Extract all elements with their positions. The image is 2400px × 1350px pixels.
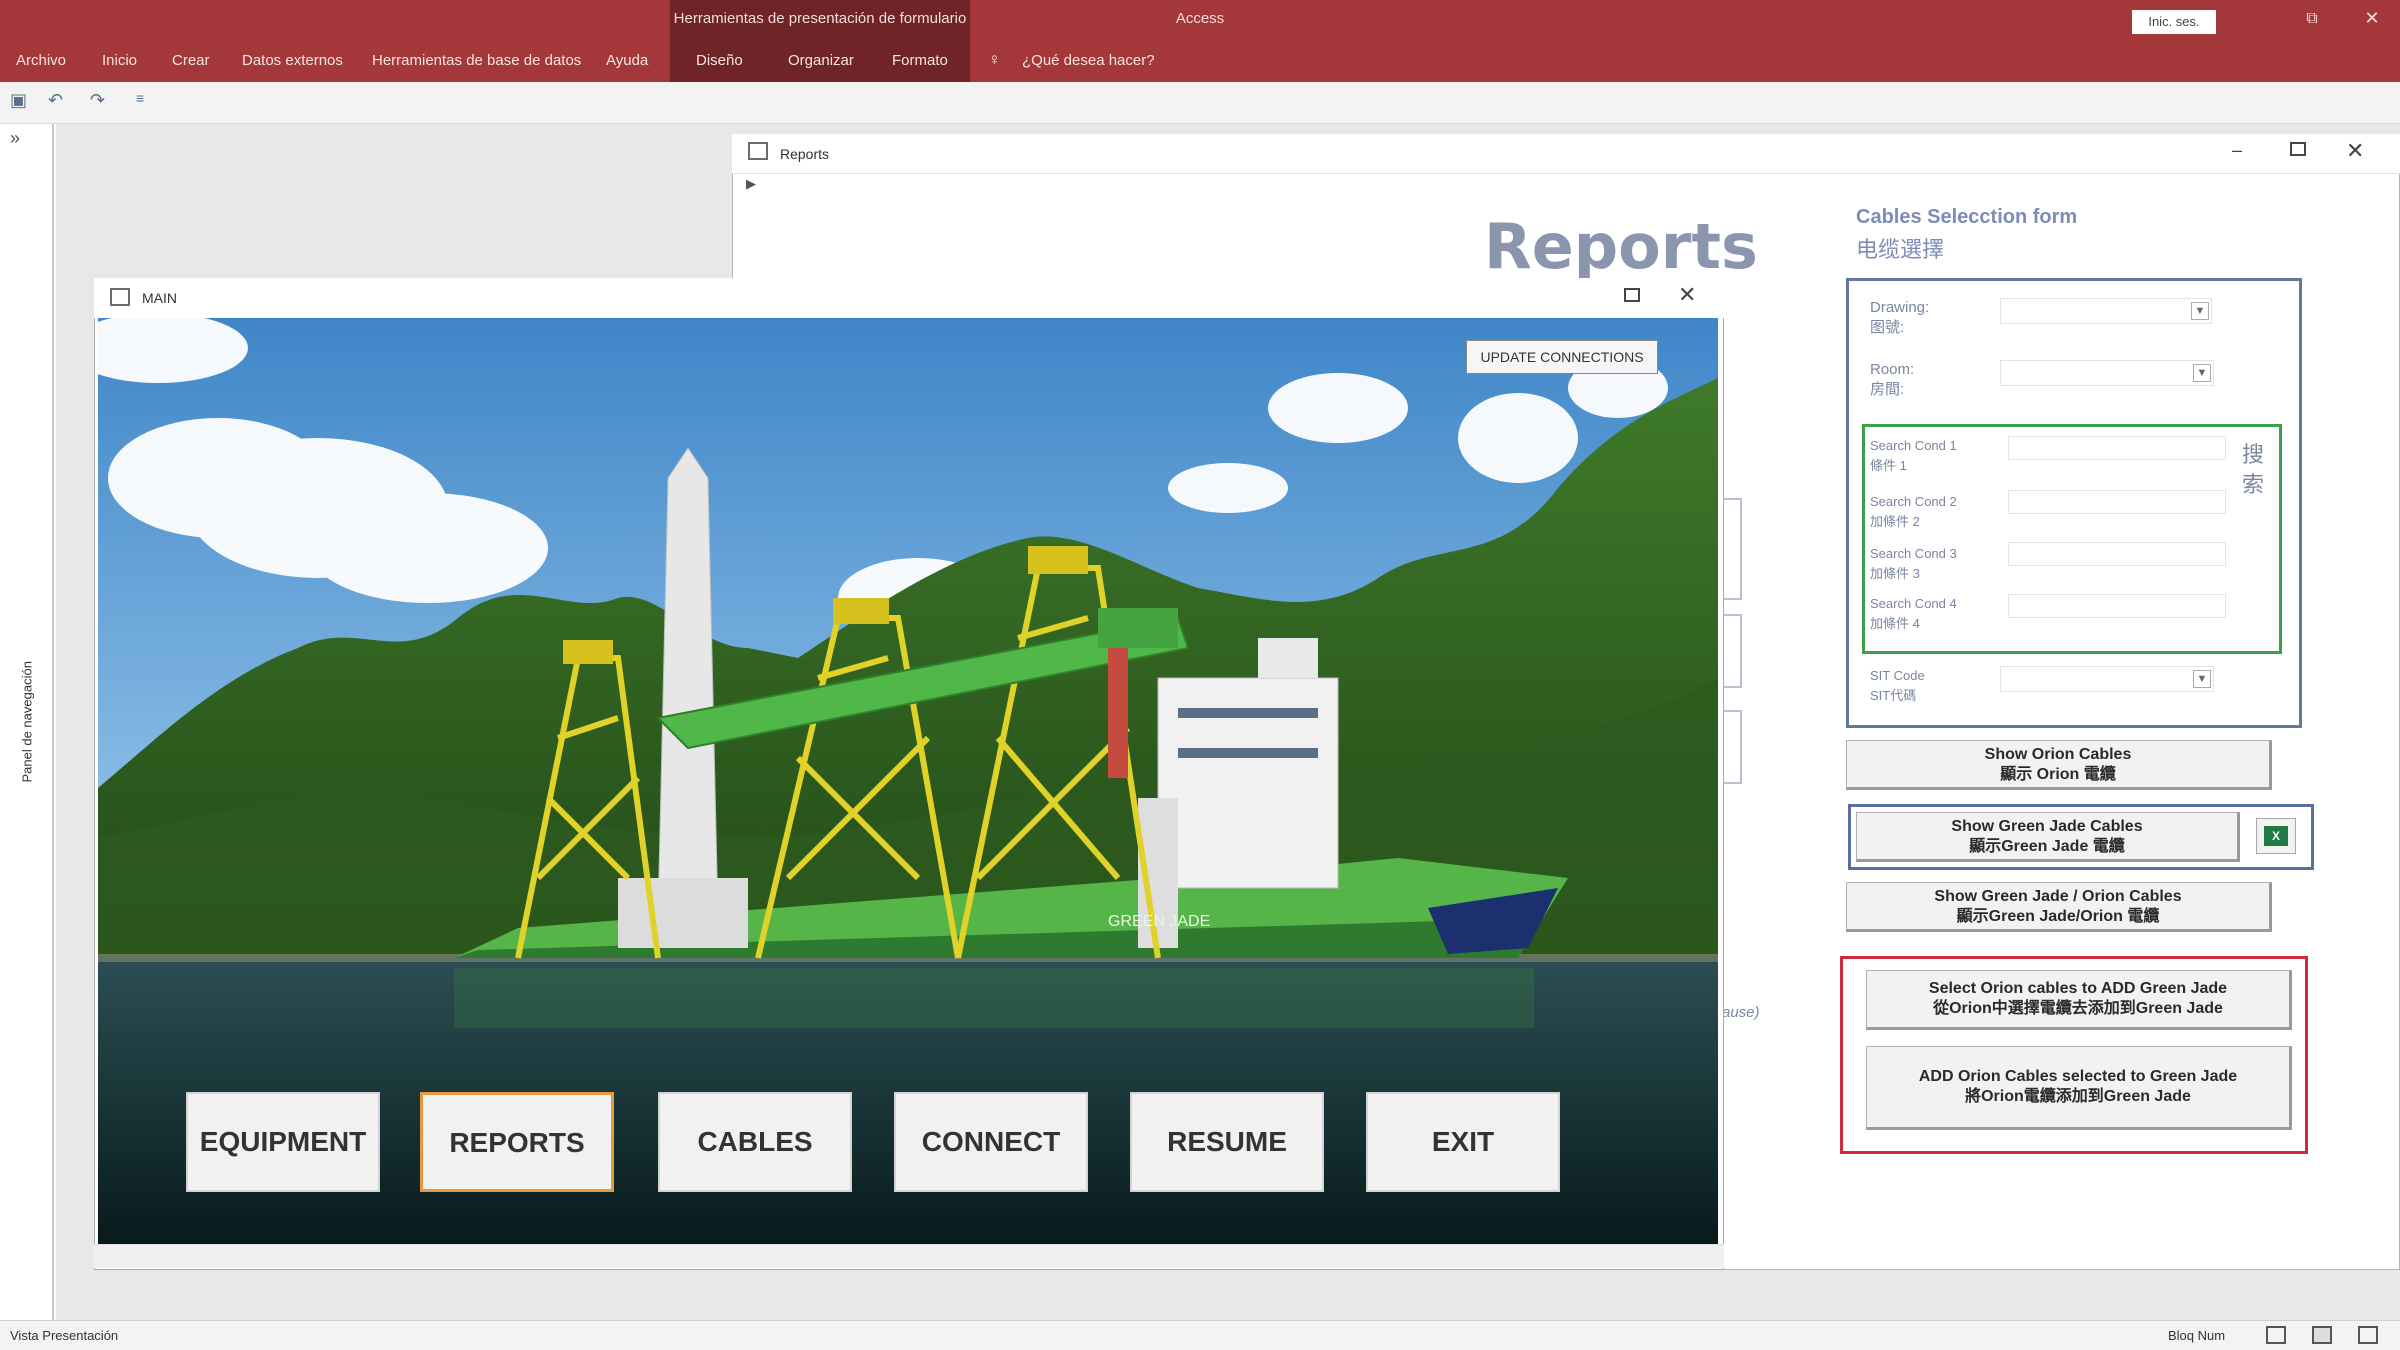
drawing-label: Drawing: [1870,299,1930,316]
search-cond-2-label: Search Cond 2 [1870,494,1957,509]
record-selector-icon[interactable]: ▶ [746,176,756,192]
tab-organizar[interactable]: Organizar [788,52,854,69]
sit-code-label: SIT Code [1870,668,1925,683]
button-label: Select Orion cables to ADD Green Jade [1928,980,2228,997]
drawing-label-zh: 图號: [1870,319,1905,336]
close-icon[interactable]: ✕ [2346,138,2364,164]
maximize-icon[interactable] [2290,142,2306,156]
redo-icon[interactable]: ↷ [90,90,105,111]
app-title: Access [1175,10,1225,27]
button-label-zh: 顯示Green Jade 電纜 [1969,838,2125,855]
show-orion-button[interactable]: Show Orion Cables 顯示 Orion 電纜 [1846,740,2272,790]
excel-icon: X [2264,826,2288,846]
tell-me-search[interactable]: ¿Qué desea hacer? [1022,52,1155,69]
tab-formato[interactable]: Formato [892,52,948,69]
horizontal-scrollbar[interactable] [94,1244,1724,1268]
drawing-combobox[interactable]: ▼ [2000,298,2212,324]
minimize-icon[interactable]: – [2232,140,2242,161]
hidden-control-edge [1722,614,1742,688]
reports-heading: Reports [1484,210,1758,283]
tab-crear[interactable]: Crear [172,52,210,69]
exit-button[interactable]: EXIT [1366,1092,1560,1192]
show-green-jade-button[interactable]: Show Green Jade Cables 顯示Green Jade 電纜 [1856,812,2240,862]
status-view-label: Vista Presentación [10,1328,119,1343]
room-combobox[interactable]: ▼ [2000,360,2214,386]
main-titlebar [94,278,1724,318]
search-cond-1-label-zh: 條件 1 [1870,458,1907,473]
search-cond-3-label-zh: 加條件 3 [1870,566,1920,581]
form-icon [110,288,130,306]
reports-window-title: Reports [780,146,830,162]
search-cond-4-label-zh: 加條件 4 [1870,616,1920,631]
close-app-icon[interactable]: ✕ [2358,8,2386,34]
select-orion-button[interactable]: Select Orion cables to ADD Green Jade 從O… [1866,970,2292,1030]
chevron-down-icon[interactable]: ▼ [2191,302,2209,320]
tab-datos-externos[interactable]: Datos externos [242,52,343,69]
lightbulb-icon: ♀ [988,50,1001,69]
search-cond-3-input[interactable] [2008,542,2226,566]
tab-diseno[interactable]: Diseño [696,52,743,69]
button-label-zh: 將Orion電纜添加到Green Jade [1965,1088,2191,1105]
search-cond-4-label: Search Cond 4 [1870,596,1957,611]
form-icon [748,142,768,160]
maximize-icon[interactable] [1624,288,1640,302]
button-label: Show Green Jade Cables [1951,818,2143,835]
sit-code-label-zh: SIT代碼 [1870,688,1917,703]
button-label-zh: 從Orion中選擇電纜去添加到Green Jade [1933,1000,2223,1017]
button-label-zh: 顯示 Orion 電纜 [2000,766,2116,783]
status-bar [0,1320,2400,1350]
nav-pane-label[interactable]: Panel de navegación [20,661,35,782]
room-label: Room: [1870,361,1915,378]
chevron-down-icon[interactable]: ▼ [2193,364,2211,382]
reports-button[interactable]: REPORTS [420,1092,614,1192]
design-view-icon[interactable] [2358,1326,2378,1344]
form-view-icon[interactable] [2266,1326,2286,1344]
search-button-label: 搜 索 [2241,442,2264,497]
show-both-cables-button[interactable]: Show Green Jade / Orion Cables 顯示Green J… [1846,882,2272,932]
close-icon[interactable]: ✕ [1678,282,1696,308]
button-label: Show Green Jade / Orion Cables [1934,888,2182,905]
add-orion-button[interactable]: ADD Orion Cables selected to Green Jade … [1866,1046,2292,1130]
partial-label: ause) [1722,1004,1760,1021]
layout-view-icon[interactable] [2312,1326,2332,1344]
customize-qat-icon[interactable]: ≡ [136,90,144,106]
cables-button[interactable]: CABLES [658,1092,852,1192]
equipment-button[interactable]: EQUIPMENT [186,1092,380,1192]
main-window-title: MAIN [142,290,177,306]
tab-herramientas-bd[interactable]: Herramientas de base de datos [372,52,581,69]
search-cond-1-input[interactable] [2008,436,2226,460]
search-cond-2-label-zh: 加條件 2 [1870,514,1920,529]
hidden-control-edge [1722,710,1742,784]
reports-titlebar [732,134,2400,174]
search-cond-3-label: Search Cond 3 [1870,546,1957,561]
quick-access-toolbar [0,82,2400,124]
undo-icon[interactable]: ↶ [48,90,63,111]
chevron-down-icon[interactable]: ▼ [2193,670,2211,688]
save-icon[interactable]: ▣ [10,90,27,111]
tab-inicio[interactable]: Inicio [102,52,137,69]
button-label: Show Orion Cables [1984,746,2132,763]
restore-window-icon[interactable]: ⧉ [2300,10,2324,34]
search-cond-2-input[interactable] [2008,490,2226,514]
connect-button[interactable]: CONNECT [894,1092,1088,1192]
form-title-zh: 电缆選擇 [1856,237,1945,262]
tab-ayuda[interactable]: Ayuda [606,52,648,69]
ship-name-label: GREEN JADE [1108,913,1210,930]
resume-button[interactable]: RESUME [1130,1092,1324,1192]
button-label-zh: 顯示Green Jade/Orion 電纜 [1956,908,2160,925]
search-cond-1-label: Search Cond 1 [1870,438,1957,453]
nav-pane-toggle[interactable]: » [10,128,20,149]
form-title: Cables Selecction form [1856,206,2078,228]
sign-in-button[interactable]: Inic. ses. [2132,10,2216,34]
hidden-control-edge [1722,498,1742,600]
context-header-label: Herramientas de presentación de formular… [673,10,967,27]
update-connections-button[interactable]: UPDATE CONNECTIONS [1466,340,1658,374]
tab-archivo[interactable]: Archivo [16,52,66,69]
num-lock-indicator: Bloq Num [2168,1328,2226,1343]
sit-code-combobox[interactable]: ▼ [2000,666,2214,692]
search-cond-4-input[interactable] [2008,594,2226,618]
button-label: ADD Orion Cables selected to Green Jade [1918,1068,2238,1085]
search-button[interactable]: 搜 索 [2240,440,2266,500]
room-label-zh: 房間: [1870,381,1905,398]
